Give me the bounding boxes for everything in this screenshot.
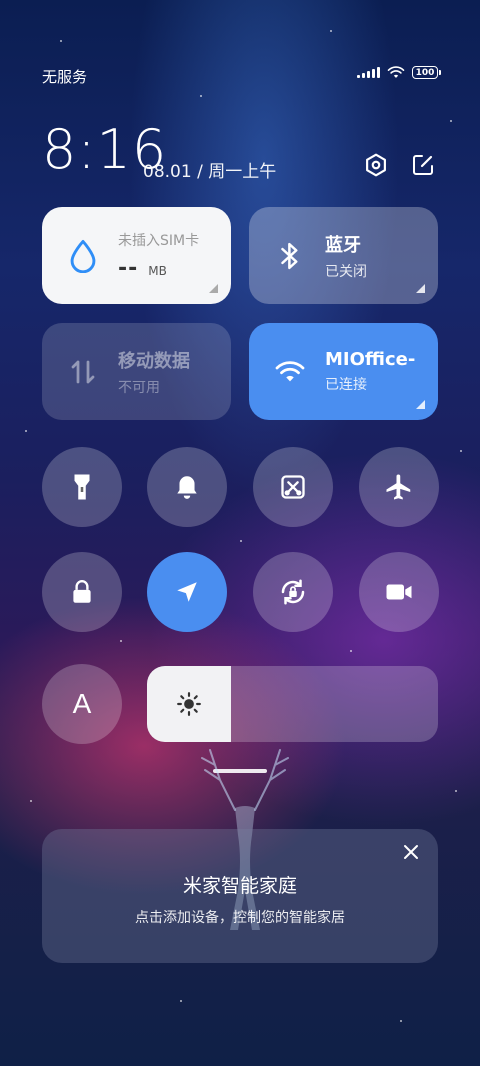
rotation-lock-toggle[interactable] [253,552,333,632]
flashlight-toggle[interactable] [42,447,122,527]
sim-text: 未插入SIM卡 -- MB [118,230,199,281]
video-camera-icon [386,584,412,600]
wifi-status-icon [387,66,405,78]
sim-data-tile[interactable]: 未插入SIM卡 -- MB [42,207,231,304]
close-icon [404,845,418,859]
location-icon [177,582,197,602]
font-size-label: A [72,688,92,719]
settings-hexagon-icon [366,153,386,177]
smart-home-title: 米家智能家庭 [182,875,297,897]
brightness-slider[interactable] [147,666,438,742]
sun-icon [177,692,202,716]
screenshot-toggle[interactable] [253,447,333,527]
sim-usage-unit: MB [148,264,167,278]
airplane-mode-toggle[interactable] [359,447,439,527]
bluetooth-tile[interactable]: 蓝牙 已关闭 [249,207,438,304]
battery-icon: 100 [412,66,441,79]
brightness-fill [147,666,232,742]
carrier-status: 无服务 [42,68,88,86]
status-icons: 100 [357,66,441,79]
sim-title: 未插入SIM卡 [118,233,200,249]
data-arrows-icon [66,355,100,389]
signal-icon [357,67,380,78]
smart-home-card[interactable]: 米家智能家庭 点击添加设备，控制您的智能家居 [42,829,438,963]
settings-button[interactable] [361,150,391,180]
font-size-button[interactable]: A [42,664,122,744]
screen-lock-toggle[interactable] [42,552,122,632]
mobile-data-tile[interactable]: 移动数据 不可用 [42,323,231,420]
location-toggle[interactable] [147,552,227,632]
expand-corner-icon [209,284,218,293]
bluetooth-icon [273,239,307,273]
bluetooth-status: 已关闭 [325,263,367,280]
rotation-lock-icon [281,579,305,605]
screen-record-toggle[interactable] [359,552,439,632]
wifi-status: 已连接 [325,377,367,393]
edit-icon [413,155,433,175]
sim-usage-value: -- [118,256,139,281]
notification-toggle[interactable] [147,447,227,527]
flashlight-icon [74,474,90,500]
sim-usage: -- MB [118,256,199,281]
date: 08.01 / 周一上午 [143,162,277,182]
lock-icon [73,580,91,603]
bell-icon [177,476,197,499]
screenshot-icon [281,475,305,499]
water-drop-icon [66,239,100,273]
bluetooth-title: 蓝牙 [325,234,361,256]
wifi-tile[interactable]: MIOffice- 已连接 [249,323,438,420]
mobile-data-title: 移动数据 [118,350,190,372]
mobile-data-status: 不可用 [118,379,160,396]
expand-corner-icon [416,284,425,293]
edit-button[interactable] [408,150,438,180]
airplane-icon [386,474,411,500]
expand-corner-icon [416,400,425,409]
smart-home-subtitle: 点击添加设备，控制您的智能家居 [135,910,345,926]
close-button[interactable] [400,841,422,863]
wifi-icon [273,355,307,389]
wifi-network-name: MIOffice- [325,349,416,370]
